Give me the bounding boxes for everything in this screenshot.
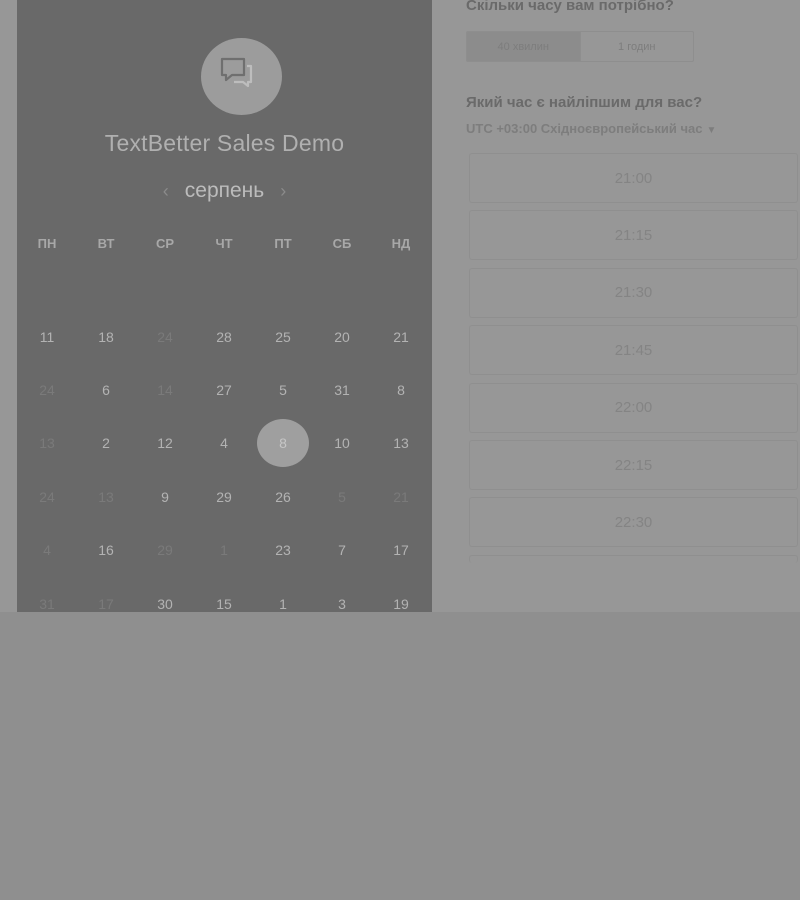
calendar-day-selected[interactable]: 8 xyxy=(257,419,309,467)
duration-option-40min[interactable]: 40 хвилин xyxy=(467,32,580,61)
calendar-day: 14 xyxy=(157,382,173,398)
calendar-day[interactable]: 4 xyxy=(198,419,250,467)
time-slot-button[interactable]: 21:45 xyxy=(469,325,798,376)
time-slot-button[interactable]: 21:00 xyxy=(469,153,798,203)
calendar-day[interactable]: 18 xyxy=(80,313,132,361)
calendar-day[interactable]: 26 xyxy=(257,473,309,521)
calendar-day[interactable]: 15 xyxy=(198,580,250,612)
weekday-label: СР xyxy=(155,236,175,251)
time-slot-button-partial[interactable] xyxy=(469,554,798,563)
calendar-day[interactable]: 27 xyxy=(198,366,250,414)
calendar-day[interactable]: 29 xyxy=(198,473,250,521)
weekday-label: ПТ xyxy=(274,236,292,251)
caret-down-icon: ▼ xyxy=(706,125,717,136)
duration-option-1h[interactable]: 1 годин xyxy=(579,32,694,61)
calendar-day[interactable]: 8 xyxy=(375,366,427,414)
calendar-day[interactable]: 16 xyxy=(80,526,132,574)
calendar-day[interactable]: 25 xyxy=(257,313,309,361)
calendar-day[interactable]: 28 xyxy=(198,313,250,361)
calendar-day[interactable]: 17 xyxy=(375,526,427,574)
booking-page: TextBetter Sales Demo ‹ серпень › ПН ВТ СР… xyxy=(0,0,800,612)
chevron-left-icon[interactable]: ‹ xyxy=(163,182,169,200)
time-slot-button[interactable]: 21:15 xyxy=(469,210,798,261)
calendar-day[interactable]: 21 xyxy=(375,313,427,361)
chat-bubbles-icon xyxy=(220,57,253,88)
calendar-day[interactable]: 5 xyxy=(257,366,309,414)
weekday-label: НД xyxy=(391,236,411,251)
calendar-day: 13 xyxy=(39,435,55,451)
calendar-day: 17 xyxy=(98,596,114,612)
month-navigation: ‹ серпень › xyxy=(17,176,432,206)
weekday-label: ЧТ xyxy=(215,236,233,251)
calendar-day: 21 xyxy=(393,489,409,505)
calendar-day[interactable]: 3 xyxy=(316,580,368,612)
calendar-day[interactable]: 20 xyxy=(316,313,368,361)
time-question: Який час є найліпшим для вас? xyxy=(466,94,703,111)
calendar-day[interactable]: 6 xyxy=(80,366,132,414)
calendar-day[interactable]: 7 xyxy=(316,526,368,574)
chevron-right-icon[interactable]: › xyxy=(280,182,286,200)
timezone-selector[interactable]: UTC +03:00 Східноєвропейський час ▼ xyxy=(466,121,716,136)
calendar-day: 5 xyxy=(338,489,346,505)
calendar-day[interactable]: 19 xyxy=(375,580,427,612)
calendar-day: 24 xyxy=(39,382,55,398)
time-slot-button[interactable]: 21:30 xyxy=(469,267,798,318)
calendar-day: 13 xyxy=(98,489,114,505)
calendar-day: 4 xyxy=(43,542,51,558)
weekday-label: ПН xyxy=(37,236,57,251)
time-slot-button[interactable]: 22:15 xyxy=(469,440,798,490)
calendar-day: 31 xyxy=(39,596,55,612)
duration-question: Скільки часу вам потрібно? xyxy=(466,0,674,14)
calendar-day[interactable]: 2 xyxy=(80,419,132,467)
calendar-day[interactable]: 10 xyxy=(316,419,368,467)
timezone-label: UTC +03:00 Східноєвропейський час xyxy=(466,121,703,136)
calendar-day[interactable]: 1 xyxy=(257,580,309,612)
time-slot-button[interactable]: 22:30 xyxy=(469,497,798,548)
calendar-day[interactable]: 31 xyxy=(316,366,368,414)
calendar-day: 1 xyxy=(220,542,228,558)
time-slot-button[interactable]: 22:00 xyxy=(469,382,798,433)
calendar-day[interactable]: 23 xyxy=(257,526,309,574)
weekday-label: ВТ xyxy=(97,236,115,251)
calendar-day[interactable]: 11 xyxy=(21,313,73,361)
calendar-day[interactable]: 9 xyxy=(139,473,191,521)
calendar-day: 24 xyxy=(157,329,173,345)
weekday-label: СБ xyxy=(332,236,352,251)
calendar-day[interactable]: 12 xyxy=(139,419,191,467)
calendar-panel: TextBetter Sales Demo ‹ серпень › ПН ВТ СР… xyxy=(17,0,432,612)
event-title: TextBetter Sales Demo xyxy=(104,130,345,156)
calendar-day[interactable]: 30 xyxy=(139,580,191,612)
calendar-day[interactable]: 13 xyxy=(375,419,427,467)
weekday-header: ПН ВТ СР ЧТ ПТ СБ НД xyxy=(17,236,432,254)
month-label: серпень xyxy=(184,179,265,202)
calendar-day: 24 xyxy=(39,489,55,505)
calendar-day: 29 xyxy=(157,542,173,558)
company-logo xyxy=(201,38,282,115)
scheduling-options: Скільки часу вам потрібно? 40 хвилин 1 г… xyxy=(432,0,800,612)
duration-selector: 40 хвилин 1 годин xyxy=(466,31,694,62)
